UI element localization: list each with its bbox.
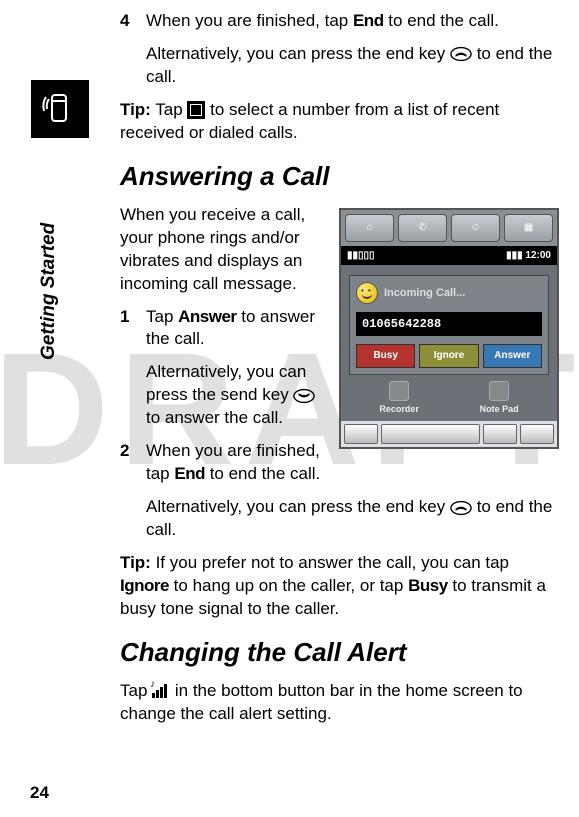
text: Tap bbox=[146, 307, 178, 326]
text: Alternatively, you can press the send ke… bbox=[146, 362, 306, 404]
step-4: 4 When you are finished, tap End to end … bbox=[120, 10, 559, 33]
main-content: 4 When you are finished, tap End to end … bbox=[120, 10, 559, 726]
home-icon: ⌂ bbox=[345, 214, 394, 242]
answer-button[interactable]: Answer bbox=[483, 344, 542, 368]
phone-icon: ✆ bbox=[398, 214, 447, 242]
step-number: 4 bbox=[120, 10, 146, 33]
page-number: 24 bbox=[30, 783, 49, 803]
step-body: Tap Answer to answer the call. bbox=[146, 306, 327, 352]
bottom-icon[interactable] bbox=[344, 424, 378, 444]
left-rail bbox=[30, 50, 90, 138]
end-label: End bbox=[174, 464, 205, 483]
caller-avatar-icon bbox=[356, 282, 378, 304]
heading-changing-alert: Changing the Call Alert bbox=[120, 635, 559, 670]
battery-indicator: ▮▮▮ bbox=[506, 250, 523, 261]
phone-device-icon-box bbox=[31, 80, 89, 138]
step-4-alt: Alternatively, you can press the end key… bbox=[146, 43, 559, 89]
text: in the bottom button bar in the home scr… bbox=[120, 681, 523, 723]
answer-step-2: 2 When you are finished, tap End to end … bbox=[120, 440, 327, 486]
text: to end the call. bbox=[384, 11, 499, 30]
text: Alternatively, you can press the end key bbox=[146, 44, 450, 63]
text: to hang up on the caller, or tap bbox=[169, 576, 408, 595]
phone-body: Incoming Call... 01065642288 Busy Ignore… bbox=[341, 265, 557, 421]
step-body: When you are finished, tap End to end th… bbox=[146, 440, 327, 486]
incoming-call-box: Incoming Call... 01065642288 Busy Ignore… bbox=[349, 275, 549, 375]
change-alert-text: Tap in the bottom button bar in the home… bbox=[120, 680, 559, 726]
heading-answering: Answering a Call bbox=[120, 159, 559, 194]
ignore-button[interactable]: Ignore bbox=[419, 344, 478, 368]
notepad-icon bbox=[489, 381, 509, 401]
call-buttons: Busy Ignore Answer bbox=[356, 344, 542, 368]
signal-indicator: ▮▮▯▯▯ bbox=[347, 249, 375, 263]
page-content: Getting Started 4 When you are finished,… bbox=[0, 0, 579, 817]
caller-number: 01065642288 bbox=[356, 312, 542, 336]
end-label: End bbox=[353, 11, 384, 30]
shortcut-row: Recorder Note Pad bbox=[349, 381, 549, 415]
recorder-icon bbox=[389, 381, 409, 401]
phone-status-bar: ▮▮▯▯▯ ▮▮▮ 12:00 bbox=[341, 246, 557, 266]
answer-step-1: 1 Tap Answer to answer the call. bbox=[120, 306, 327, 352]
ignore-label: Ignore bbox=[120, 576, 169, 595]
notepad-label: Note Pad bbox=[480, 403, 519, 415]
tip-prefix: Tip: bbox=[120, 553, 151, 572]
recorder-label: Recorder bbox=[379, 403, 419, 415]
incoming-label: Incoming Call... bbox=[384, 286, 465, 301]
alert-bars-icon bbox=[152, 684, 170, 698]
busy-button[interactable]: Busy bbox=[356, 344, 415, 368]
text: Alternatively, you can press the end key bbox=[146, 497, 450, 516]
recorder-shortcut[interactable]: Recorder bbox=[379, 381, 419, 415]
phone-device-icon bbox=[40, 87, 80, 132]
step-body: When you are finished, tap End to end th… bbox=[146, 10, 559, 33]
bottom-icon[interactable] bbox=[483, 424, 517, 444]
answer-step-2-alt: Alternatively, you can press the end key… bbox=[146, 496, 559, 542]
send-key-icon bbox=[293, 388, 315, 404]
phone-top-icons: ⌂ ✆ ☺ ▦ bbox=[341, 210, 557, 246]
text: Tap bbox=[151, 100, 188, 119]
end-key-icon bbox=[450, 46, 472, 62]
tip-prefix: Tip: bbox=[120, 100, 151, 119]
end-key-icon bbox=[450, 500, 472, 516]
section-label: Getting Started bbox=[38, 223, 60, 360]
phone-screenshot: ⌂ ✆ ☺ ▦ ▮▮▯▯▯ ▮▮▮ 12:00 Incoming Call... bbox=[339, 208, 559, 449]
notepad-shortcut[interactable]: Note Pad bbox=[480, 381, 519, 415]
step-number: 2 bbox=[120, 440, 146, 486]
answering-section: ⌂ ✆ ☺ ▦ ▮▮▯▯▯ ▮▮▮ 12:00 Incoming Call... bbox=[120, 204, 559, 552]
call-header: Incoming Call... bbox=[356, 282, 542, 304]
tip-ignore-busy: Tip: If you prefer not to answer the cal… bbox=[120, 552, 559, 621]
phone-bottom-bar bbox=[341, 421, 557, 447]
text: If you prefer not to answer the call, yo… bbox=[151, 553, 509, 572]
step-number: 1 bbox=[120, 306, 146, 352]
bottom-icon[interactable] bbox=[520, 424, 554, 444]
bottom-icon[interactable] bbox=[381, 424, 480, 444]
tip-recent-calls: Tip: Tap to select a number from a list … bbox=[120, 99, 559, 145]
text: to end the call. bbox=[205, 464, 320, 483]
clock: 12:00 bbox=[525, 250, 551, 261]
text: When you are finished, tap bbox=[146, 11, 353, 30]
contacts-icon: ☺ bbox=[451, 214, 500, 242]
text: Tap bbox=[120, 681, 152, 700]
apps-icon: ▦ bbox=[504, 214, 553, 242]
answer-label: Answer bbox=[178, 307, 236, 326]
busy-label: Busy bbox=[408, 576, 448, 595]
text: to answer the call. bbox=[146, 408, 283, 427]
recent-calls-key-icon bbox=[187, 101, 205, 119]
